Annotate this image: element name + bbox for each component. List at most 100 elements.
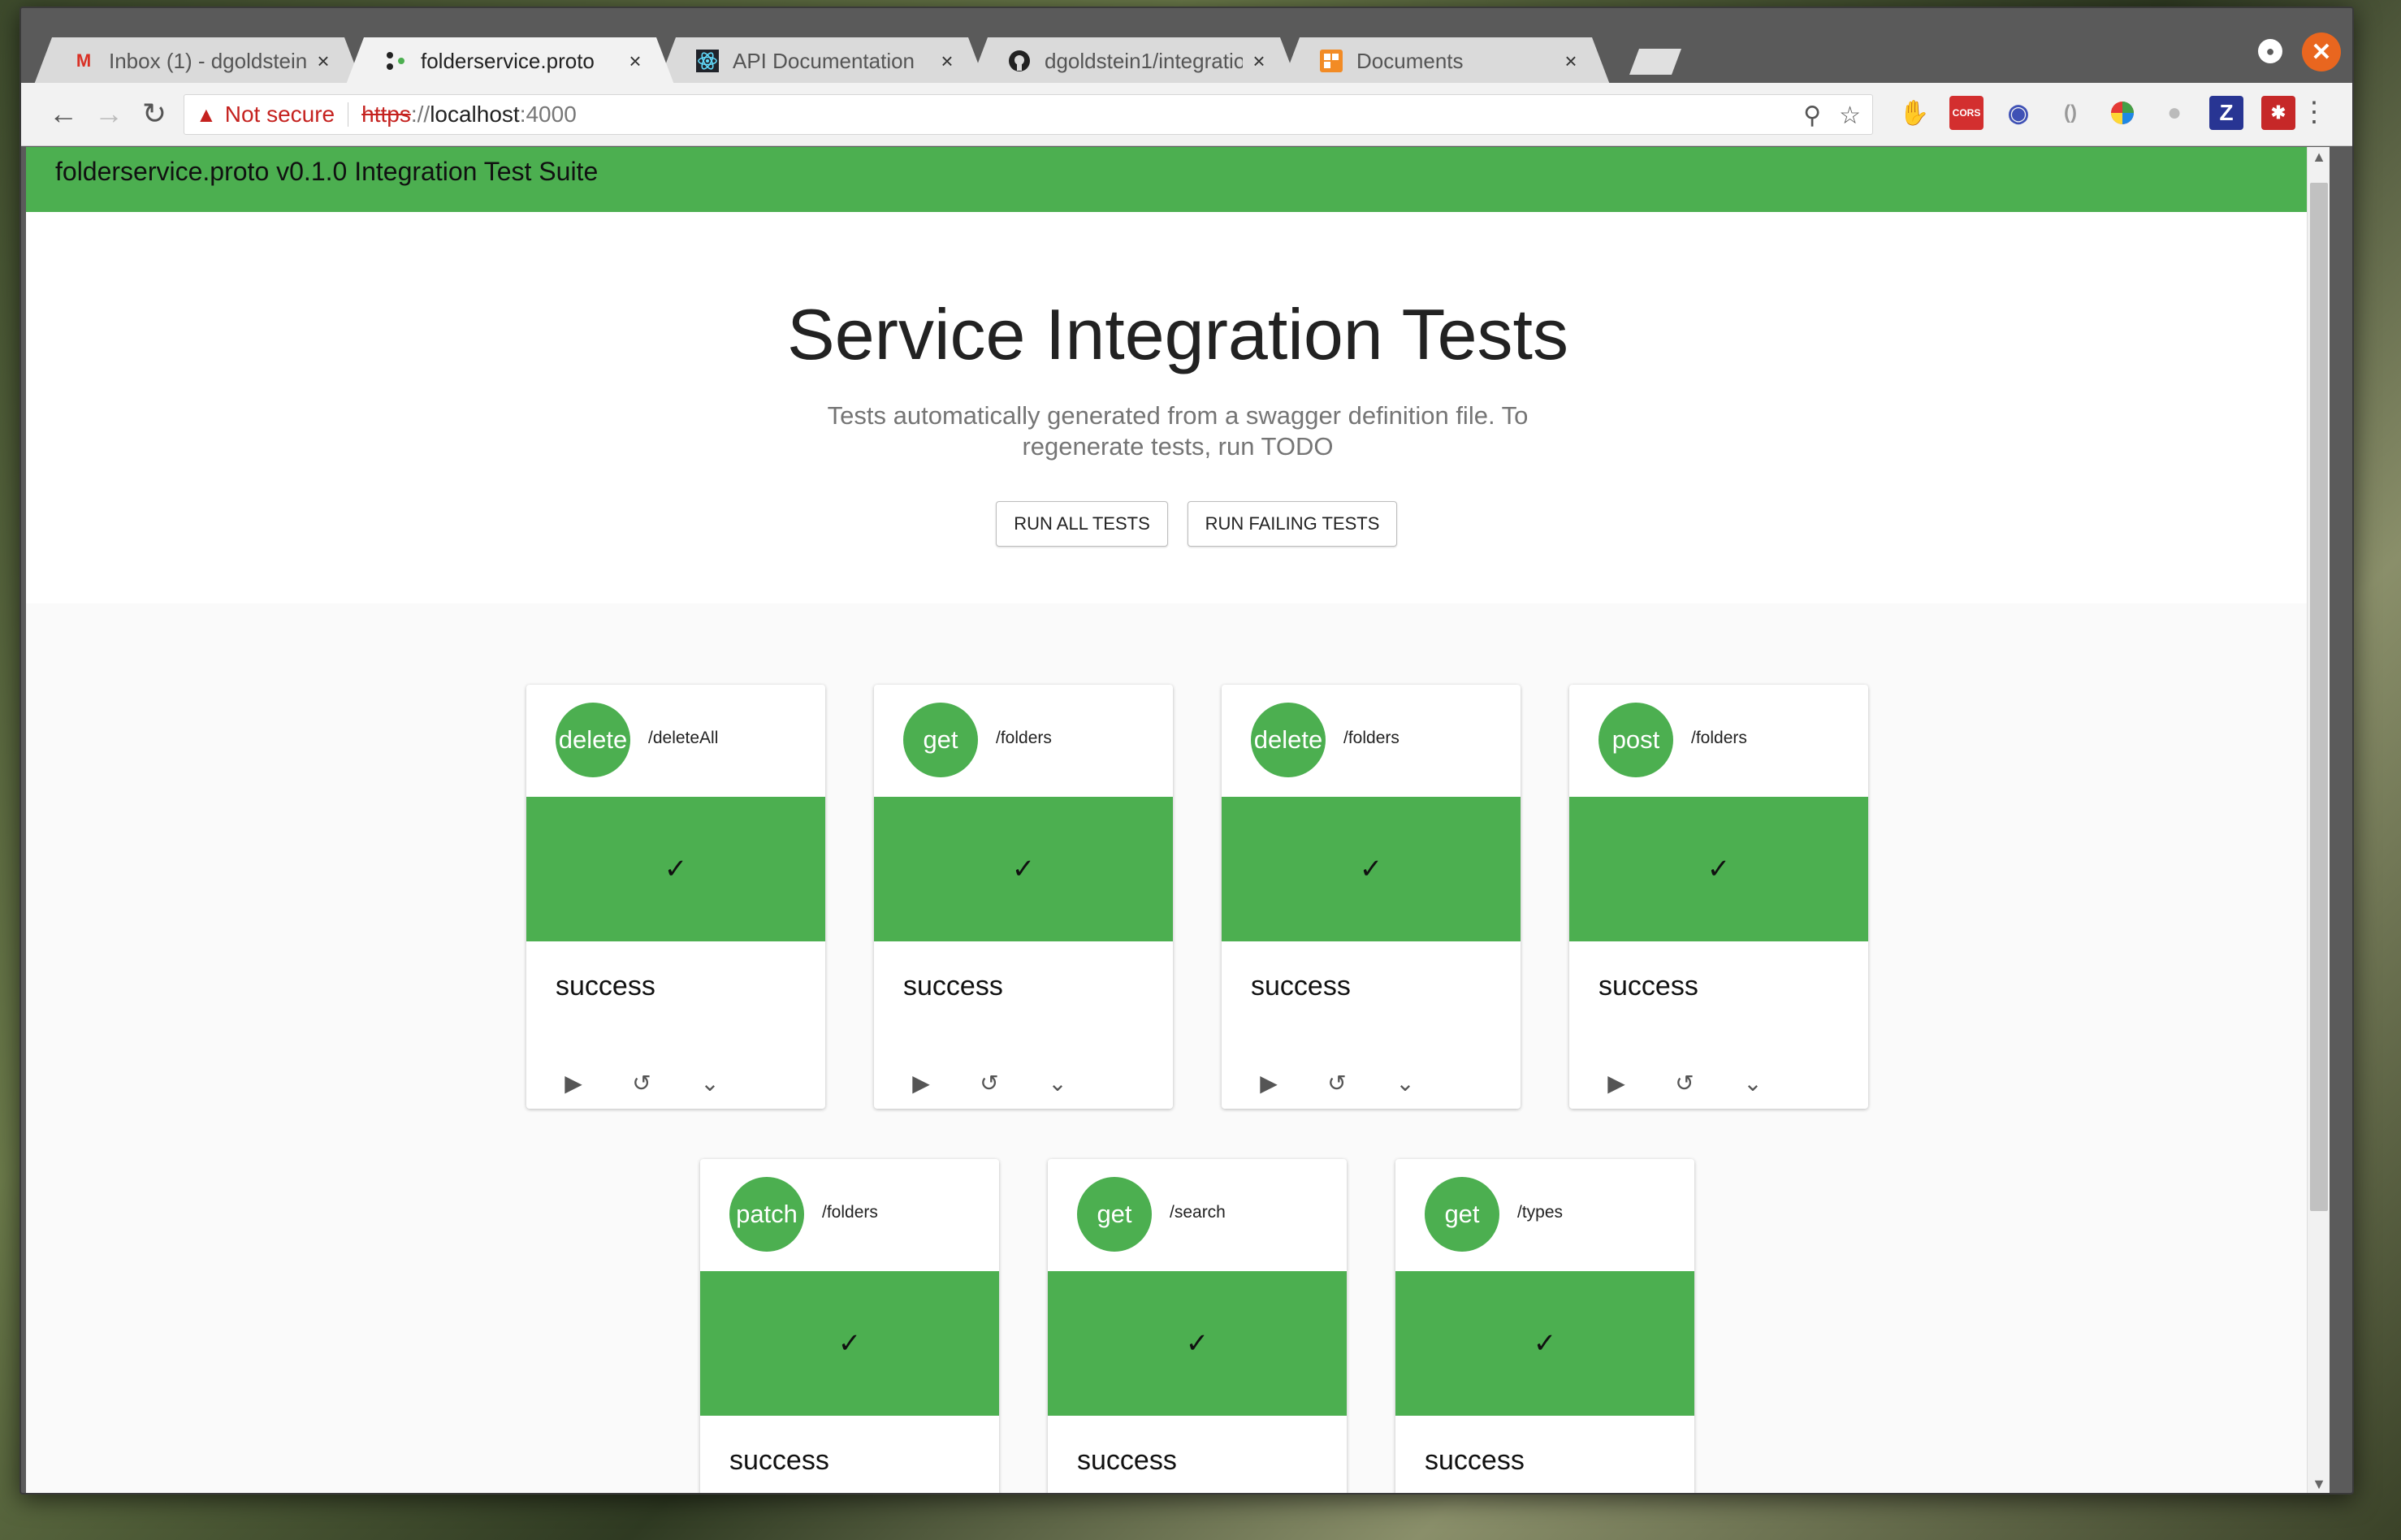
test-status: success	[1425, 1445, 1525, 1476]
extension-color-wheel-icon[interactable]	[2105, 96, 2139, 130]
extension-grey-icon[interactable]: ●	[2157, 96, 2191, 130]
scroll-thumb[interactable]	[2310, 183, 2328, 1211]
tab-folderservice[interactable]: folderservice.proto ×	[346, 37, 674, 84]
result-banner: ✓	[526, 797, 825, 941]
tab-title: Documents	[1356, 48, 1464, 73]
tab-close-icon[interactable]: ×	[931, 49, 963, 74]
tab-github[interactable]: dgoldstein1/integratio ×	[970, 37, 1298, 84]
browser-menu-icon[interactable]: ⋮	[2300, 96, 2328, 128]
forward-icon[interactable]: →	[91, 96, 127, 132]
test-status: success	[1599, 971, 1698, 1001]
extension-target-icon[interactable]: ◉	[2001, 96, 2035, 130]
result-banner: ✓	[1048, 1271, 1347, 1416]
url-port: :4000	[519, 102, 577, 127]
test-status: success	[903, 971, 1003, 1001]
result-banner: ✓	[1395, 1271, 1694, 1416]
back-icon[interactable]: ←	[45, 96, 81, 132]
replay-icon[interactable]: ↺	[1319, 1065, 1355, 1101]
scroll-down-icon[interactable]: ▼	[2308, 1476, 2330, 1493]
tab-close-icon[interactable]: ×	[619, 49, 651, 74]
tab-inbox[interactable]: M Inbox (1) - dgoldstein0 ×	[34, 37, 362, 84]
expand-icon[interactable]: ⌄	[692, 1065, 728, 1101]
test-card: patch /folders ✓ success	[700, 1159, 999, 1493]
expand-icon[interactable]: ⌄	[1040, 1065, 1075, 1101]
extension-paw-icon[interactable]: ✋	[1897, 96, 1932, 130]
test-status: success	[556, 971, 655, 1001]
tab-close-icon[interactable]: ×	[1555, 49, 1587, 74]
scroll-up-icon[interactable]: ▲	[2308, 149, 2330, 166]
replay-icon[interactable]: ↺	[1667, 1065, 1702, 1101]
gmail-icon: M	[76, 50, 92, 71]
page-subtitle: Tests automatically generated from a swa…	[827, 401, 1529, 461]
vertical-scrollbar[interactable]: ▲ ▼	[2307, 147, 2330, 1493]
tab-title: dgoldstein1/integratio	[1045, 48, 1243, 73]
tab-api-documentation[interactable]: API Documentation ×	[658, 37, 986, 84]
check-icon: ✓	[1359, 854, 1383, 885]
extension-z-icon[interactable]: Z	[2209, 96, 2243, 130]
result-banner: ✓	[874, 797, 1173, 941]
dots-icon	[383, 49, 408, 73]
test-card: delete /deleteAll ✓ success ▶ ↺ ⌄	[526, 685, 825, 1109]
url-host: localhost	[430, 102, 520, 127]
extension-brackets-icon[interactable]: ()	[2053, 96, 2087, 130]
check-icon: ✓	[837, 1328, 862, 1359]
zoom-icon[interactable]: ⚲	[1803, 102, 1821, 130]
warning-icon: ▲	[196, 102, 217, 127]
run-all-tests-button[interactable]: RUN ALL TESTS	[996, 501, 1168, 547]
endpoint-path: /folders	[822, 1203, 878, 1222]
play-icon[interactable]: ▶	[556, 1065, 591, 1101]
react-icon	[695, 49, 720, 73]
check-icon: ✓	[1185, 1328, 1209, 1359]
profile-icon[interactable]: ●	[2258, 39, 2282, 63]
address-bar[interactable]: ▲ Not secure https :// localhost :4000 ⚲…	[184, 94, 1873, 135]
endpoint-path: /deleteAll	[648, 729, 719, 747]
tab-close-icon[interactable]: ×	[307, 49, 340, 74]
test-card: delete /folders ✓ success ▶ ↺ ⌄	[1222, 685, 1521, 1109]
test-status: success	[1077, 1445, 1177, 1476]
app-bar-title: folderservice.proto v0.1.0 Integration T…	[55, 157, 599, 186]
extension-cors-icon[interactable]: CORS	[1949, 96, 1984, 130]
play-icon[interactable]: ▶	[903, 1065, 939, 1101]
method-badge: get	[903, 703, 978, 777]
result-banner: ✓	[1222, 797, 1521, 941]
check-icon: ✓	[664, 854, 688, 885]
run-failing-tests-button[interactable]: RUN FAILING TESTS	[1188, 501, 1397, 547]
test-status: success	[1251, 971, 1351, 1001]
tab-close-icon[interactable]: ×	[1243, 49, 1275, 74]
new-tab-button[interactable]	[1629, 49, 1681, 75]
play-icon[interactable]: ▶	[1599, 1065, 1634, 1101]
test-status: success	[729, 1445, 829, 1476]
page-title: Service Integration Tests	[787, 294, 1568, 374]
tab-title: Inbox (1) - dgoldstein0	[109, 48, 307, 73]
window-close-icon[interactable]: ✕	[2302, 32, 2341, 71]
result-banner: ✓	[1569, 797, 1868, 941]
github-icon	[1007, 49, 1032, 73]
test-card: get /folders ✓ success ▶ ↺ ⌄	[874, 685, 1173, 1109]
tab-documents[interactable]: Documents ×	[1282, 37, 1610, 84]
reload-icon[interactable]: ↻	[136, 96, 172, 132]
app-bar: folderservice.proto v0.1.0 Integration T…	[26, 147, 2330, 212]
endpoint-path: /search	[1170, 1203, 1226, 1222]
method-badge: delete	[556, 703, 630, 777]
security-label[interactable]: Not secure	[225, 102, 335, 128]
expand-icon[interactable]: ⌄	[1387, 1065, 1423, 1101]
method-badge: post	[1599, 703, 1673, 777]
extensions-bar: ✋ CORS ◉ () ● Z ✱	[1897, 96, 2295, 130]
replay-icon[interactable]: ↺	[624, 1065, 660, 1101]
extension-red-box-icon[interactable]: ✱	[2261, 96, 2295, 130]
play-icon[interactable]: ▶	[1251, 1065, 1287, 1101]
bookmark-star-icon[interactable]: ☆	[1839, 102, 1861, 130]
test-card: get /types ✓ success	[1395, 1159, 1694, 1493]
tab-strip: M Inbox (1) - dgoldstein0 × folderservic…	[21, 8, 2352, 83]
test-card: post /folders ✓ success ▶ ↺ ⌄	[1569, 685, 1868, 1109]
browser-toolbar: ← → ↻ ▲ Not secure https :// localhost :…	[21, 83, 2352, 146]
replay-icon[interactable]: ↺	[971, 1065, 1007, 1101]
result-banner: ✓	[700, 1271, 999, 1416]
endpoint-path: /types	[1517, 1203, 1564, 1222]
check-icon: ✓	[1533, 1328, 1557, 1359]
expand-icon[interactable]: ⌄	[1735, 1065, 1771, 1101]
page-viewport: folderservice.proto v0.1.0 Integration T…	[26, 147, 2330, 1493]
tab-title: API Documentation	[733, 48, 915, 73]
method-badge: patch	[729, 1177, 804, 1252]
method-badge: get	[1425, 1177, 1499, 1252]
